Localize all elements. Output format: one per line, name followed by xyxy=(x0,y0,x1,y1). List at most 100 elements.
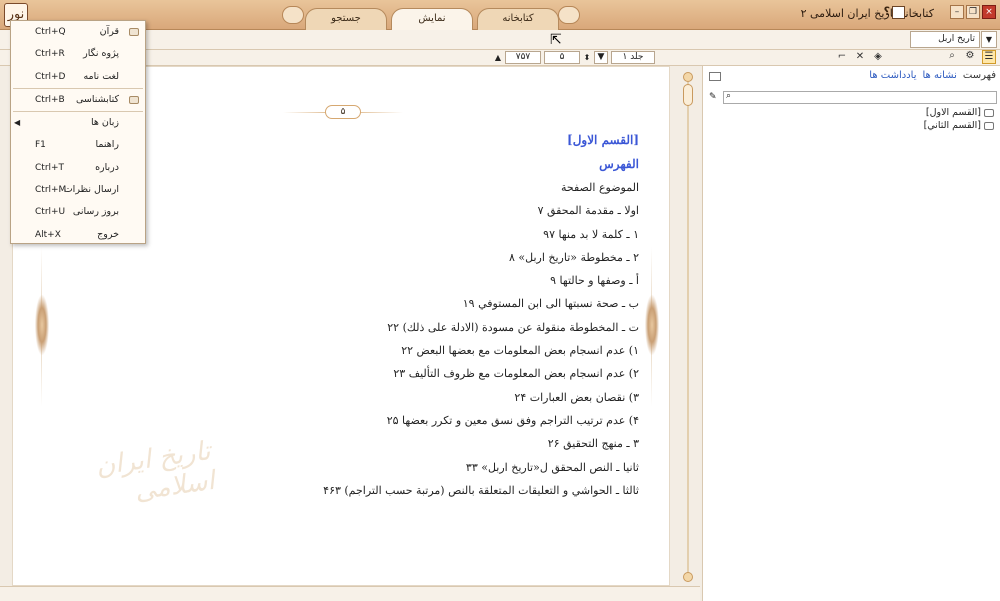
index-line: ۱ ـ كلمة لا بد منها ۹۷ xyxy=(543,227,639,241)
wrench-icon[interactable]: ✎ xyxy=(709,92,717,102)
tab-view[interactable]: نمایش xyxy=(391,8,473,31)
index-line: ۲) عدم انسجام بعض المعلومات مع ظروف التأ… xyxy=(393,367,639,381)
tab-library[interactable]: کتابخانه xyxy=(477,8,559,30)
window-controls: – ❐ × xyxy=(950,5,996,19)
tab-notes[interactable]: یادداشت ها xyxy=(869,70,916,81)
menu-item-label: درباره xyxy=(95,161,119,173)
menu-item-research[interactable]: پژوه نگار Ctrl+R xyxy=(11,43,145,65)
page-content: [القسم الاول] الفهرس الموضوع الصفحة اولا… xyxy=(219,129,639,507)
menu-item-label: لغت نامه xyxy=(83,70,119,82)
index-line: أ ـ وصفها و حالتها ۹ xyxy=(550,274,639,288)
menu-item-dictionary[interactable]: لغت نامه Ctrl+D xyxy=(11,66,145,88)
menu-item-shortcut: F1 xyxy=(35,140,46,151)
index-line: ثانيا ـ النص المحقق ل«تاريخ اربل» ۳۳ xyxy=(465,460,639,474)
index-heading: الفهرس xyxy=(599,157,639,171)
submenu-arrow-icon: ◀ xyxy=(14,118,21,128)
menu-item-bibliography[interactable]: کتابشناسی Ctrl+B xyxy=(11,89,145,111)
volume-dropdown-icon[interactable]: ▼ xyxy=(594,51,608,64)
index-line: اولا ـ مقدمة المحقق ۷ xyxy=(537,204,639,218)
index-line: ۳) نقصان بعض العبارات ۲۴ xyxy=(514,390,639,404)
title-bar: نور جستجو نمایش کتابخانه کتابخانه تاریخ … xyxy=(0,0,1000,31)
page-number: ۵ xyxy=(325,105,361,119)
restore-icon[interactable]: ❐ xyxy=(966,5,980,19)
menu-item-exit[interactable]: خروج Alt+X xyxy=(11,224,145,246)
menu-item-update[interactable]: بروز رسانی Ctrl+U xyxy=(11,201,145,223)
menu-item-about[interactable]: درباره Ctrl+T xyxy=(11,157,145,179)
index-line: ۲ ـ مخطوطة «تاريخ اربل» ۸ xyxy=(508,250,639,264)
menu-item-feedback[interactable]: ارسال نظرات Ctrl+M xyxy=(11,179,145,201)
index-line: الموضوع الصفحة xyxy=(560,181,639,194)
right-panel: فهرست نشانه ها یادداشت ها ✎ ⌕ [القسم الا… xyxy=(702,66,1000,601)
book-icon xyxy=(984,121,994,130)
menu-item-shortcut: Ctrl+Q xyxy=(35,27,66,37)
page-stepper-icon[interactable]: ⬍ xyxy=(583,53,591,62)
close-icon[interactable]: × xyxy=(982,5,996,19)
index-line: ثالثا ـ الحواشي و التعليقات المتعلقة بال… xyxy=(323,483,639,497)
section-heading[interactable]: [القسم الاول] xyxy=(219,133,639,147)
search-icon[interactable]: ⌕ xyxy=(946,50,958,62)
current-page-input[interactable]: ۵ xyxy=(544,51,580,64)
chevron-down-icon[interactable]: ▼ xyxy=(981,31,997,48)
page-navigator: ▲ ۷۵۷ ۵ ⬍ ▼ جلد ۱ xyxy=(494,51,655,64)
tab-search[interactable]: جستجو xyxy=(305,8,387,30)
ornament-right-icon xyxy=(558,6,580,24)
window-title: کتابخانه تاریخ ایران اسلامی ۲ xyxy=(800,7,934,20)
menu-item-label: پژوه نگار xyxy=(83,48,119,60)
total-pages-field: ۷۵۷ xyxy=(505,51,541,64)
index-line: ۴) عدم ترتيب التراجم وفق نسق معين و تكرر… xyxy=(386,413,639,427)
menu-item-label: خروج xyxy=(97,228,119,240)
right-panel-tabs: فهرست نشانه ها یادداشت ها xyxy=(869,70,996,81)
tab-contents[interactable]: فهرست xyxy=(963,70,996,81)
menu-item-label: ارسال نظرات xyxy=(63,184,119,196)
panel-tools: ⌕ ⚙ ☰ xyxy=(946,50,996,64)
tree-item[interactable]: [القسم الثاني] xyxy=(924,119,994,132)
up-arrow-icon[interactable]: ▲ xyxy=(494,53,502,62)
bookmark-icon[interactable]: ⌐ xyxy=(836,51,848,63)
scroll-top-icon[interactable] xyxy=(683,72,693,82)
panel-layout-icon[interactable] xyxy=(709,72,721,81)
ornament-left-icon xyxy=(282,6,304,24)
book-select[interactable]: تاریخ اربل xyxy=(910,31,980,48)
menu-item-shortcut: Ctrl+T xyxy=(35,162,65,173)
bibliography-icon xyxy=(129,95,139,104)
contents-search-input[interactable]: ⌕ xyxy=(723,91,997,104)
menu-item-shortcut: Ctrl+B xyxy=(35,94,65,105)
tree-item[interactable]: [القسم الاول] xyxy=(924,106,994,119)
fullscreen-icon[interactable]: ✕ xyxy=(854,51,866,63)
view-tools: ⌐ ✕ ◈ xyxy=(836,51,884,63)
search-icon[interactable]: ⌕ xyxy=(726,91,731,101)
tree-item-label: [القسم الثاني] xyxy=(923,120,981,131)
menu-item-help[interactable]: راهنما F1 xyxy=(11,134,145,156)
index-lines: الموضوع الصفحة اولا ـ مقدمة المحقق ۷ ۱ ـ… xyxy=(219,181,639,507)
menu-item-shortcut: Ctrl+U xyxy=(35,207,66,218)
index-line: ۳ ـ منهج التحقيق ۲۶ xyxy=(547,437,639,451)
tab-bookmarks[interactable]: نشانه ها xyxy=(922,70,956,81)
volume-select[interactable]: جلد ۱ xyxy=(611,51,655,64)
tree-item-label: [القسم الاول] xyxy=(925,107,981,118)
list-view-icon[interactable]: ☰ xyxy=(982,50,996,64)
menu-item-quran[interactable]: قرآن Ctrl+Q xyxy=(11,21,145,43)
menu-item-label: زبان ها xyxy=(90,117,119,129)
left-ornament-icon xyxy=(35,295,49,355)
menu-item-shortcut: Alt+X xyxy=(35,229,61,240)
menu-item-label: کتابشناسی xyxy=(75,93,119,105)
scroll-bottom-icon[interactable] xyxy=(683,572,693,582)
minimize-icon[interactable]: – xyxy=(950,5,964,19)
scroll-thumb[interactable] xyxy=(683,84,693,106)
index-line: ت ـ المخطوطة منقولة عن مسودة (الادلة على… xyxy=(387,320,639,334)
menu-item-label: راهنما xyxy=(95,139,120,151)
scroll-track[interactable] xyxy=(687,82,689,574)
help-icon[interactable]: ؟ xyxy=(884,5,890,18)
app-menu: قرآن Ctrl+Q پژوه نگار Ctrl+R لغت نامه Ctrl+… xyxy=(10,20,146,244)
menu-item-shortcut: Ctrl+M xyxy=(35,185,67,196)
book-icon[interactable]: ◈ xyxy=(872,51,884,63)
index-line: ب ـ صحة نسبتها الى ابن المستوفي ۱۹ xyxy=(462,297,639,311)
toolbar-top: تاریخ اربل ▼ xyxy=(0,30,1000,50)
status-bar xyxy=(0,586,700,601)
contents-tree: [القسم الاول] [القسم الثاني] xyxy=(924,106,994,132)
right-ornament-icon xyxy=(645,295,659,355)
menu-item-languages[interactable]: ◀ زبان ها xyxy=(11,112,145,134)
watermark-logo: تاریخ ایران اسلامی xyxy=(94,436,217,507)
gear-icon[interactable]: ⚙ xyxy=(964,50,976,62)
page-scrollbar[interactable] xyxy=(682,72,694,582)
